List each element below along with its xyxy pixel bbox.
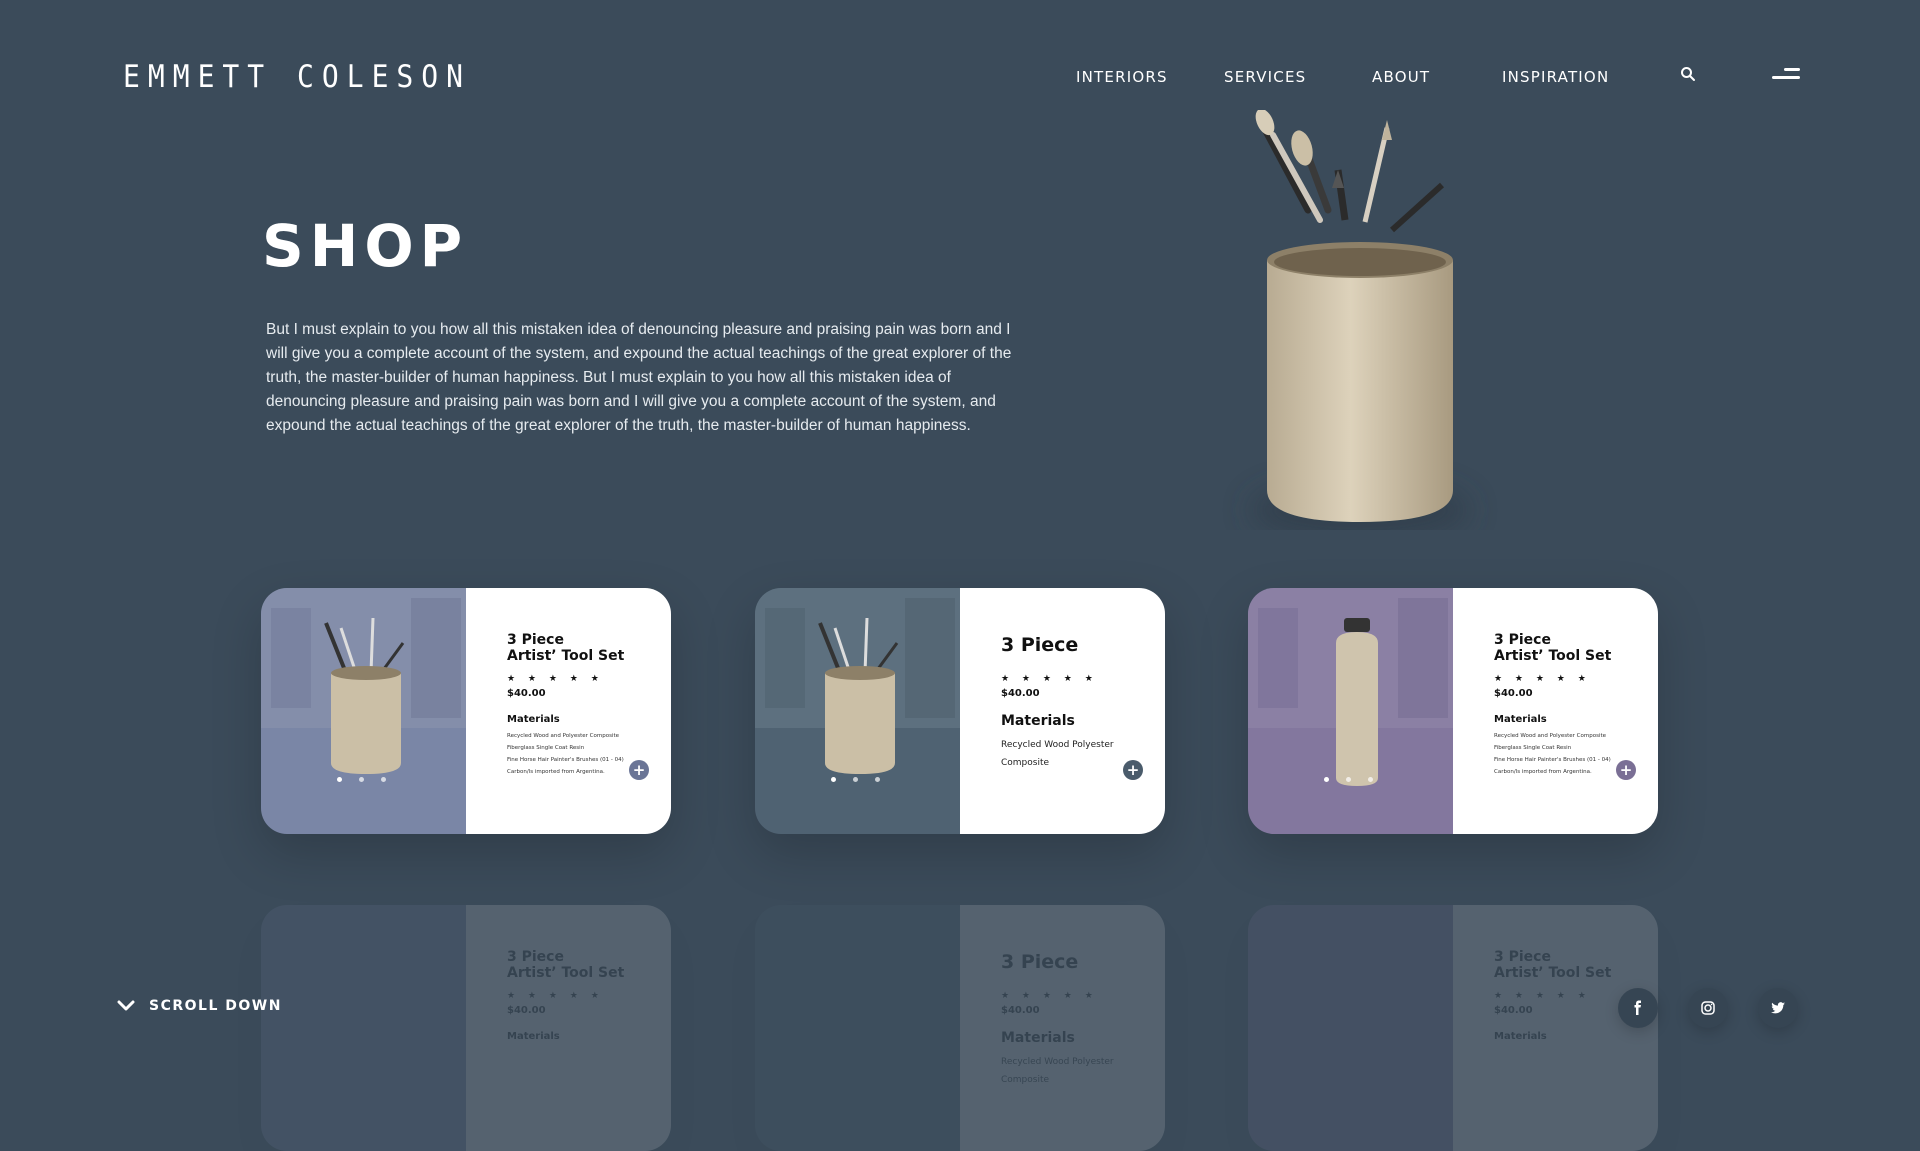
menu-icon bbox=[1784, 68, 1800, 71]
rating-stars: ★ ★ ★ ★ ★ bbox=[1001, 674, 1098, 684]
nav-item-services[interactable]: SERVICES bbox=[1224, 68, 1306, 86]
scroll-down-button[interactable]: SCROLL DOWN bbox=[117, 998, 282, 1014]
rating-stars: ★ ★ ★ ★ ★ bbox=[507, 674, 604, 684]
add-to-cart-button[interactable]: + bbox=[1616, 760, 1636, 780]
product-subtitle: Artist’ Tool Set bbox=[1494, 648, 1612, 664]
product-price: $40.00 bbox=[1494, 688, 1533, 699]
product-card-2[interactable]: 3 Piece ★ ★ ★ ★ ★ $40.00 Materials Recyc… bbox=[755, 588, 1165, 834]
twitter-icon bbox=[1771, 1002, 1785, 1014]
facebook-button[interactable] bbox=[1618, 988, 1658, 1028]
twitter-button[interactable] bbox=[1758, 988, 1798, 1028]
product-card-5[interactable]: 3 Piece ★ ★ ★ ★ ★ $40.00 Materials Recyc… bbox=[755, 905, 1165, 1151]
product-price: $40.00 bbox=[507, 688, 546, 699]
brand-logo[interactable]: EMMETT COLESON bbox=[123, 58, 471, 94]
intro-text: But I must explain to you how all this m… bbox=[266, 321, 1012, 434]
materials-list: Recycled Wood and Polyester Composite Fi… bbox=[507, 733, 624, 775]
add-to-cart-button[interactable]: + bbox=[629, 760, 649, 780]
product-title: 3 Piece bbox=[507, 632, 564, 648]
materials-list: Recycled Wood and Polyester Composite Fi… bbox=[1494, 733, 1611, 775]
materials-heading: Materials bbox=[1001, 713, 1075, 729]
product-subtitle: Artist’ Tool Set bbox=[507, 648, 625, 664]
product-card-4[interactable]: 3 Piece Artist’ Tool Set ★ ★ ★ ★ ★ $40.0… bbox=[261, 905, 671, 1151]
product-info-2: 3 Piece ★ ★ ★ ★ ★ $40.00 Materials Recyc… bbox=[960, 588, 1165, 834]
page-title: SHOP bbox=[262, 212, 469, 280]
menu-button[interactable] bbox=[1770, 68, 1800, 86]
product-title: 3 Piece bbox=[507, 949, 564, 965]
product-card-3[interactable]: 3 Piece Artist’ Tool Set ★ ★ ★ ★ ★ $40.0… bbox=[1248, 588, 1658, 834]
product-card-6[interactable]: 3 Piece Artist’ Tool Set ★ ★ ★ ★ ★ $40.0… bbox=[1248, 905, 1658, 1151]
scroll-down-label: SCROLL DOWN bbox=[149, 998, 282, 1014]
product-price: $40.00 bbox=[1001, 688, 1040, 699]
materials-heading: Materials bbox=[1494, 714, 1547, 725]
add-to-cart-button[interactable]: + bbox=[1123, 760, 1143, 780]
facebook-icon bbox=[1634, 1000, 1641, 1015]
product-image-2 bbox=[755, 588, 960, 834]
materials-heading: Materials bbox=[507, 714, 560, 725]
product-title: 3 Piece bbox=[1494, 632, 1551, 648]
nav-item-interiors[interactable]: INTERIORS bbox=[1076, 68, 1168, 86]
product-card-1[interactable]: 3 Piece Artist’ Tool Set ★ ★ ★ ★ ★ $40.0… bbox=[261, 588, 671, 834]
product-info-3: 3 Piece Artist’ Tool Set ★ ★ ★ ★ ★ $40.0… bbox=[1453, 588, 1658, 834]
product-title: 3 Piece bbox=[1001, 634, 1079, 656]
carousel-dots[interactable] bbox=[831, 777, 880, 782]
product-info-1: 3 Piece Artist’ Tool Set ★ ★ ★ ★ ★ $40.0… bbox=[466, 588, 671, 834]
product-image-1 bbox=[261, 588, 466, 834]
carousel-dots[interactable] bbox=[1324, 777, 1373, 782]
rating-stars: ★ ★ ★ ★ ★ bbox=[1494, 674, 1591, 684]
carousel-dots[interactable] bbox=[337, 777, 386, 782]
nav-item-about[interactable]: ABOUT bbox=[1372, 68, 1430, 86]
instagram-button[interactable] bbox=[1688, 988, 1728, 1028]
search-button[interactable] bbox=[1680, 66, 1700, 86]
hero-product-image bbox=[1250, 110, 1470, 530]
product-subtitle: Artist’ Tool Set bbox=[507, 965, 625, 981]
nav-item-inspiration[interactable]: INSPIRATION bbox=[1502, 68, 1609, 86]
materials-text: Recycled Wood Polyester Composite bbox=[1001, 740, 1114, 768]
chevron-down-icon bbox=[117, 1000, 135, 1011]
product-image-3 bbox=[1248, 588, 1453, 834]
instagram-icon bbox=[1701, 1001, 1715, 1015]
search-icon bbox=[1681, 67, 1695, 81]
